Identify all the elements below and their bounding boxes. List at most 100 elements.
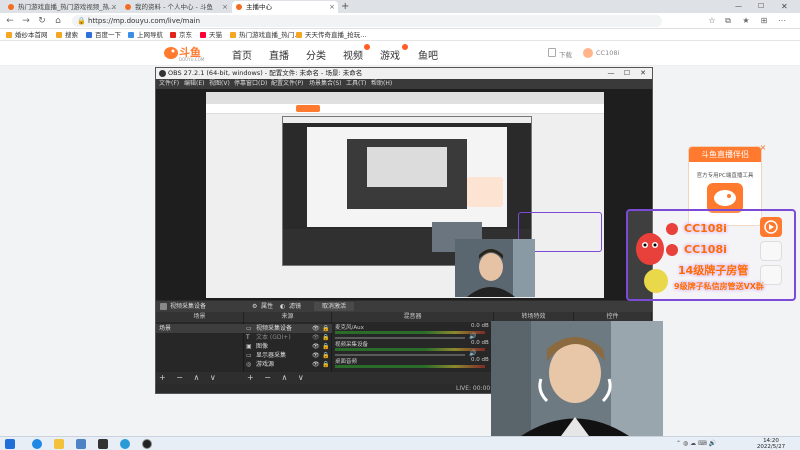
close-icon[interactable]: × xyxy=(222,1,228,13)
lock-icon[interactable]: 🔒 xyxy=(322,333,329,342)
home-icon[interactable]: ⌂ xyxy=(52,15,64,27)
deactivate-button[interactable]: 取消激活 xyxy=(314,302,354,311)
tab-profile[interactable]: 我的资料 - 个人中心 - 斗鱼 × xyxy=(121,1,231,13)
promo-close-button[interactable]: × xyxy=(758,143,768,153)
audio-mixer: 麦克风/Aux 0.0 dB 🔊 视频采集设备 0.0 dB 🔊 桌面音频 0.… xyxy=(332,322,494,372)
eye-icon[interactable]: 👁 xyxy=(312,351,320,360)
bookmark-label: 百度一下 xyxy=(95,31,121,39)
new-tab-button[interactable]: + xyxy=(341,0,351,13)
bookmark-star-icon[interactable]: ☆ xyxy=(706,15,718,27)
nav-home[interactable]: 首页 xyxy=(232,47,252,62)
eye-icon[interactable]: 👁 xyxy=(312,333,320,342)
nav-video[interactable]: 视频 xyxy=(343,47,363,62)
menu-help[interactable]: 帮助(H) xyxy=(371,79,392,89)
nav-games[interactable]: 游戏 xyxy=(380,47,400,62)
eye-icon[interactable]: 👁 xyxy=(312,324,320,333)
download-link[interactable]: 下载 xyxy=(559,49,572,59)
menu-edit[interactable]: 编辑(E) xyxy=(184,79,204,89)
bookmark-item[interactable]: 婚纱本首网 xyxy=(6,29,48,41)
source-item[interactable]: ▭ 视频采集设备 👁 🔒 xyxy=(244,324,332,333)
speaker-icon[interactable]: 🔊 xyxy=(469,350,476,357)
bookmark-item[interactable]: 百度一下 xyxy=(86,29,121,41)
avatar[interactable] xyxy=(583,48,593,58)
tab-hot-games[interactable]: 热门游戏直播_热门游戏视频_热... × xyxy=(4,1,120,13)
menu-view[interactable]: 视图(V) xyxy=(209,79,230,89)
eye-icon[interactable]: 👁 xyxy=(312,342,320,351)
properties-button[interactable]: 属性 xyxy=(261,301,273,312)
bookmark-item[interactable]: 热门游戏直播_热门... xyxy=(230,29,300,41)
forward-icon[interactable]: → xyxy=(20,15,32,27)
system-clock[interactable]: 14:20 2022/5/27 xyxy=(745,438,797,450)
obs-maximize-button[interactable]: ☐ xyxy=(620,68,634,79)
nav-fishbar[interactable]: 鱼吧 xyxy=(418,47,438,62)
lock-icon[interactable]: 🔒 xyxy=(322,351,329,360)
source-label: 游戏源 xyxy=(256,361,275,368)
source-item[interactable]: ▣ 图像 👁 🔒 xyxy=(244,342,332,351)
douyu-logo[interactable]: 斗鱼 DOUYU.COM xyxy=(163,44,211,63)
favorites-icon[interactable]: ★ xyxy=(740,15,752,27)
gift-icon[interactable] xyxy=(760,265,782,285)
sources-footer-controls[interactable]: + − ∧ ∨ xyxy=(244,372,332,384)
menu-file[interactable]: 文件(F) xyxy=(159,79,179,89)
collections-icon[interactable]: ⧉ xyxy=(722,15,734,27)
username[interactable]: CC108i xyxy=(596,49,619,57)
volume-slider[interactable] xyxy=(335,354,465,356)
bookmark-item[interactable]: 天猫 xyxy=(200,29,222,41)
mixer-db: 0.0 dB xyxy=(471,340,489,346)
maximize-window-button[interactable]: ☐ xyxy=(758,0,770,13)
bookmark-item[interactable]: 天天传奇直播_抢玩... xyxy=(296,29,366,41)
source-item[interactable]: ▭ 显示器采集 👁 🔒 xyxy=(244,351,332,360)
home-icon[interactable] xyxy=(760,241,782,261)
overlay-slogan: 9级牌子私信房管送VX群 xyxy=(674,282,764,291)
source-item[interactable]: ◎ 游戏源 👁 🔒 xyxy=(244,360,332,369)
bookmark-item[interactable]: 上网导航 xyxy=(128,29,163,41)
bookmark-item[interactable]: 搜索 xyxy=(56,29,78,41)
reload-icon[interactable]: ↻ xyxy=(36,15,48,27)
tab-anchor-center[interactable]: 主播中心 × xyxy=(232,1,338,13)
url-input[interactable]: 🔒 https://mp.douyu.com/live/main xyxy=(72,15,662,27)
mixer-channel-name: 视频采集设备 xyxy=(335,342,369,348)
windows-start-icon[interactable] xyxy=(5,439,15,449)
eye-icon[interactable]: 👁 xyxy=(312,360,320,369)
menu-docks[interactable]: 停靠窗口(D) xyxy=(234,79,267,89)
edge-browser-icon[interactable] xyxy=(120,439,130,449)
person-icon xyxy=(491,321,663,436)
selected-source-name: 视频采集设备 xyxy=(170,303,207,310)
play-icon[interactable] xyxy=(760,217,782,237)
lock-icon[interactable]: 🔒 xyxy=(322,360,329,369)
tray-icons[interactable]: ⌃ ◍ ☁ ⌨ 🔊 xyxy=(676,440,716,447)
obs-minimize-button[interactable]: — xyxy=(604,68,618,79)
url-text: https://mp.douyu.com/live/main xyxy=(88,17,201,25)
lock-icon[interactable]: 🔒 xyxy=(322,324,329,333)
overlay-username: CC108i xyxy=(684,243,727,256)
scenes-footer-controls[interactable]: + − ∧ ∨ xyxy=(156,372,244,384)
menu-tools[interactable]: 工具(T) xyxy=(346,79,366,89)
filters-button[interactable]: 滤镜 xyxy=(289,301,301,312)
bookmark-label: 搜索 xyxy=(65,31,78,39)
extensions-icon[interactable]: ⊞ xyxy=(758,15,770,27)
minimize-window-button[interactable]: — xyxy=(735,0,747,13)
close-icon[interactable]: × xyxy=(111,1,117,13)
app-icon[interactable] xyxy=(98,439,108,449)
nav-category[interactable]: 分类 xyxy=(306,47,326,62)
file-explorer-icon[interactable] xyxy=(54,439,64,449)
scene-item[interactable]: 场景 xyxy=(156,324,246,333)
close-icon[interactable]: × xyxy=(329,1,335,13)
nav-live[interactable]: 直播 xyxy=(269,47,289,62)
edge-browser-icon[interactable] xyxy=(32,439,42,449)
source-item[interactable]: T 文本 (GDI+) 👁 🔒 xyxy=(244,333,332,342)
back-icon[interactable]: ← xyxy=(4,15,16,27)
obs-close-button[interactable]: ✕ xyxy=(636,68,650,79)
obs-icon[interactable] xyxy=(142,439,152,449)
obs-preview[interactable] xyxy=(156,89,652,300)
store-icon[interactable] xyxy=(76,439,86,449)
menu-profile[interactable]: 配置文件(P) xyxy=(271,79,303,89)
download-icon[interactable] xyxy=(548,48,556,57)
close-window-button[interactable]: ✕ xyxy=(781,0,793,13)
lock-icon[interactable]: 🔒 xyxy=(322,342,329,351)
speaker-icon[interactable]: 🔊 xyxy=(469,333,476,340)
bookmark-item[interactable]: 京东 xyxy=(170,29,192,41)
volume-slider[interactable] xyxy=(335,337,465,339)
menu-scene-collection[interactable]: 场景集合(S) xyxy=(309,79,342,89)
menu-icon[interactable]: ⋯ xyxy=(776,15,788,27)
